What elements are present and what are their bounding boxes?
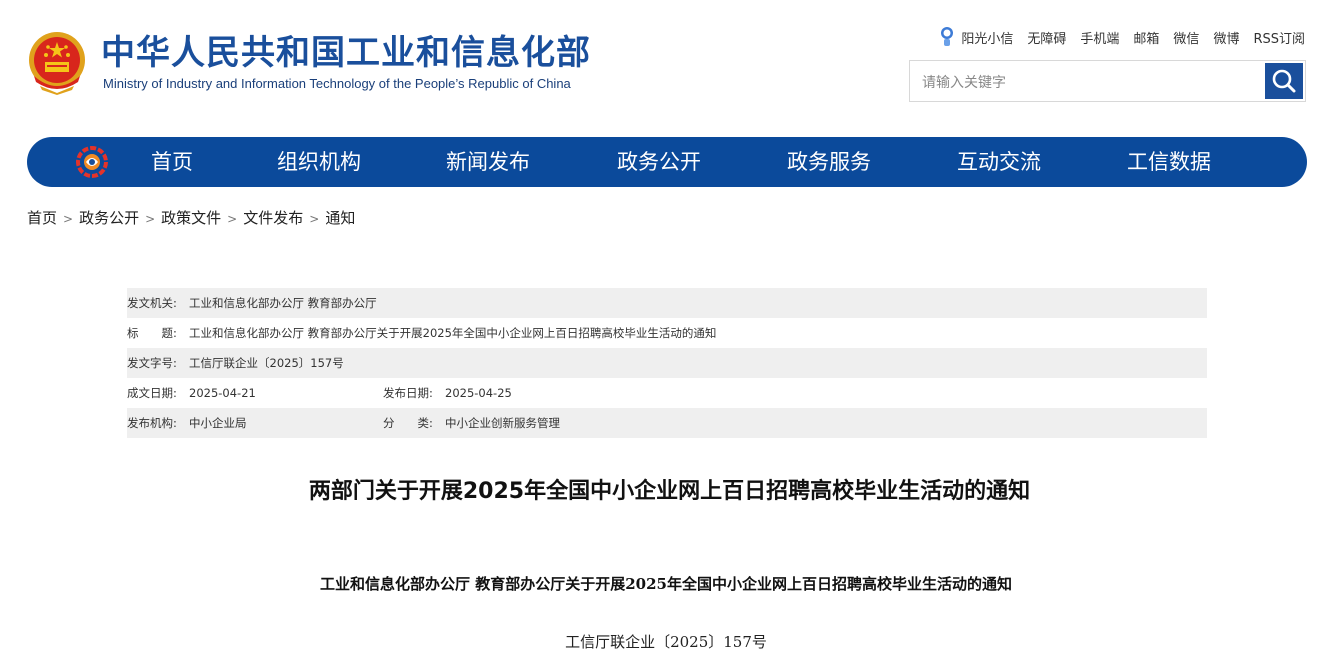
published-date-value: 2025-04-25 <box>445 386 512 400</box>
top-link-mobile[interactable]: 手机端 <box>1080 28 1119 47</box>
top-link-weibo[interactable]: 微博 <box>1213 28 1239 47</box>
search-box <box>909 60 1306 102</box>
breadcrumb-doc-release[interactable]: 文件发布 <box>243 209 303 227</box>
breadcrumb: 首页 > 政务公开 > 政策文件 > 文件发布 > 通知 <box>27 207 355 228</box>
breadcrumb-notice[interactable]: 通知 <box>325 209 355 227</box>
breadcrumb-policy-docs[interactable]: 政策文件 <box>161 209 221 227</box>
search-button[interactable] <box>1265 63 1303 99</box>
written-date-label: 成文日期: <box>127 386 177 400</box>
info-row-dates: 成文日期: 2025-04-21 发布日期: 2025-04-25 <box>127 378 1207 408</box>
nav-interaction[interactable]: 互动交流 <box>957 137 1041 187</box>
chevron-right-icon: > <box>227 212 238 226</box>
info-row-doc-no: 发文字号: 工信厅联企业〔2025〕157号 <box>127 348 1207 378</box>
nav-home[interactable]: 首页 <box>151 137 193 187</box>
nav-government-affairs[interactable]: 政务公开 <box>617 137 701 187</box>
nav-organization[interactable]: 组织机构 <box>277 137 361 187</box>
breadcrumb-home[interactable]: 首页 <box>27 209 57 227</box>
chevron-right-icon: > <box>145 212 156 226</box>
chevron-right-icon: > <box>309 212 320 226</box>
info-row-org: 发布机构: 中小企业局 分 类: 中小企业创新服务管理 <box>127 408 1207 438</box>
top-link-wechat[interactable]: 微信 <box>1173 28 1199 47</box>
chevron-right-icon: > <box>63 212 74 226</box>
info-row-title: 标 题: 工业和信息化部办公厅 教育部办公厅关于开展2025年全国中小企业网上百… <box>127 318 1207 348</box>
doc-no-label: 发文字号: <box>127 356 177 370</box>
category-label: 分 类: <box>383 416 433 430</box>
org-value: 中小企业局 <box>189 416 247 430</box>
search-input[interactable] <box>920 71 1254 95</box>
category-value: 中小企业创新服务管理 <box>445 416 560 430</box>
article-doc-number: 工信厅联企业〔2025〕157号 <box>565 633 767 651</box>
miit-logo-icon <box>76 146 108 178</box>
nav-data[interactable]: 工信数据 <box>1127 137 1211 187</box>
written-date-value: 2025-04-21 <box>189 386 256 400</box>
top-link-mail[interactable]: 邮箱 <box>1133 28 1159 47</box>
article-subtitle: 工业和信息化部办公厅 教育部办公厅关于开展2025年全国中小企业网上百日招聘高校… <box>320 575 1012 593</box>
national-emblem-icon <box>29 32 85 95</box>
title-value: 工业和信息化部办公厅 教育部办公厅关于开展2025年全国中小企业网上百日招聘高校… <box>189 326 717 340</box>
info-row-issuer: 发文机关: 工业和信息化部办公厅 教育部办公厅 <box>127 288 1207 318</box>
title-label: 标 题: <box>127 326 177 340</box>
site-title: 中华人民共和国工业和信息化部 <box>101 33 591 73</box>
doc-no-value: 工信厅联企业〔2025〕157号 <box>189 356 344 370</box>
nav-news[interactable]: 新闻发布 <box>446 137 530 187</box>
search-icon <box>1272 69 1296 93</box>
document-info-table: 发文机关: 工业和信息化部办公厅 教育部办公厅 标 题: 工业和信息化部办公厅 … <box>127 288 1207 438</box>
issuer-value: 工业和信息化部办公厅 教育部办公厅 <box>189 296 377 310</box>
top-link-sunshine[interactable]: 阳光小信 <box>961 28 1013 47</box>
nav-government-services[interactable]: 政务服务 <box>787 137 871 187</box>
top-link-accessibility[interactable]: 无障碍 <box>1027 28 1066 47</box>
site-title-english: Ministry of Industry and Information Tec… <box>103 76 571 91</box>
main-nav: 首页 组织机构 新闻发布 政务公开 政务服务 互动交流 工信数据 <box>27 137 1307 187</box>
issuer-label: 发文机关: <box>127 296 177 310</box>
top-link-rss[interactable]: RSS订阅 <box>1253 28 1305 47</box>
org-label: 发布机构: <box>127 416 177 430</box>
breadcrumb-gov-affairs[interactable]: 政务公开 <box>79 209 139 227</box>
published-date-label: 发布日期: <box>383 386 433 400</box>
top-links: 阳光小信 无障碍 手机端 邮箱 微信 微博 RSS订阅 <box>939 26 1305 48</box>
article-title: 两部门关于开展2025年全国中小企业网上百日招聘高校毕业生活动的通知 <box>308 479 1031 504</box>
robot-icon <box>941 27 954 46</box>
